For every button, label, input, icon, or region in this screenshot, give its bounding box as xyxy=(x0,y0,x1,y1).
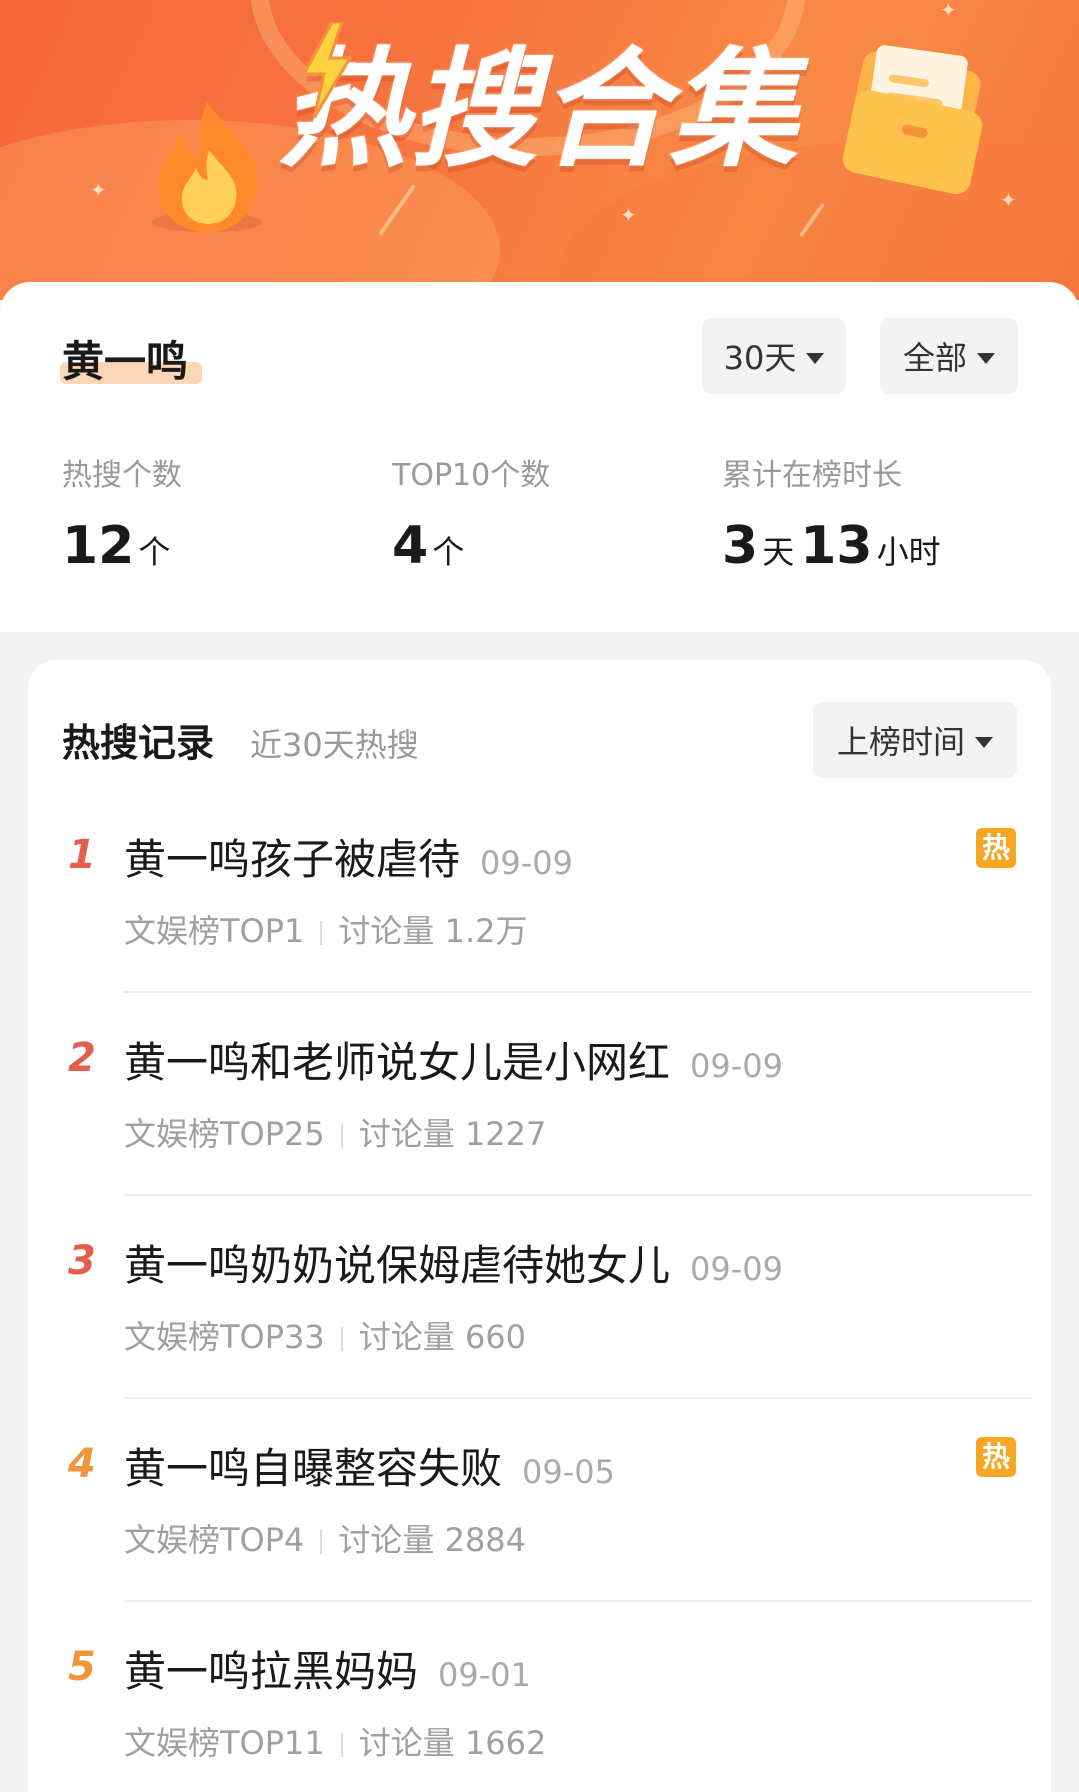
rank-number: 1 xyxy=(68,832,96,878)
stat-value: 3 天 13 小时 xyxy=(722,516,947,576)
stat-label: TOP10个数 xyxy=(392,458,551,493)
record-board: 文娱榜TOP25 xyxy=(124,1115,325,1153)
records-card: 热搜记录 近30天热搜 上榜时间 1 黄一鸣孩子被虐待 09-09 文娱榜TOP1… xyxy=(28,660,1051,1792)
record-title: 黄一鸣拉黑妈妈 xyxy=(124,1647,419,1696)
banner-title: 热搜合集 xyxy=(279,36,800,185)
record-title-line: 黄一鸣拉黑妈妈 09-01 xyxy=(124,1638,531,1699)
record-title-line: 黄一鸣孩子被虐待 09-09 xyxy=(124,826,573,887)
sort-dropdown[interactable]: 上榜时间 xyxy=(813,702,1017,778)
rank-number: 2 xyxy=(68,1035,96,1081)
record-item[interactable]: 1 黄一鸣孩子被虐待 09-09 文娱榜TOP1 讨论量 1.2万 热 xyxy=(28,790,1051,993)
record-title: 黄一鸣奶奶说保姆虐待她女儿 xyxy=(124,1241,671,1290)
lightning-icon xyxy=(301,22,353,118)
record-date: 09-05 xyxy=(522,1453,615,1491)
record-title-line: 黄一鸣自曝整容失败 09-05 xyxy=(124,1435,615,1496)
sparkle-icon: ✦ xyxy=(1000,188,1017,212)
stat-total-duration: 累计在榜时长 3 天 13 小时 xyxy=(722,450,947,576)
record-discussion: 讨论量 660 xyxy=(358,1318,527,1356)
stat-label: 热搜个数 xyxy=(62,458,182,493)
stat-number-hours: 13 xyxy=(800,516,873,576)
record-date: 09-09 xyxy=(690,1047,783,1085)
record-meta: 文娱榜TOP4 讨论量 2884 xyxy=(124,1515,526,1561)
caret-down-icon xyxy=(977,352,995,364)
scope-filter-dropdown[interactable]: 全部 xyxy=(880,318,1018,394)
caret-down-icon xyxy=(806,352,825,364)
hot-search-collection-page: ✦ ✦ ✦ ✦ 热搜合集 黄一鸣 30天 全部 热搜个数 12 个 TOP10个… xyxy=(0,0,1079,1792)
record-title: 黄一鸣和老师说女儿是小网红 xyxy=(124,1038,671,1087)
record-meta: 文娱榜TOP1 讨论量 1.2万 xyxy=(124,906,527,952)
record-meta: 文娱榜TOP11 讨论量 1662 xyxy=(124,1718,546,1764)
records-header: 热搜记录 近30天热搜 上榜时间 xyxy=(28,660,1051,790)
record-meta: 文娱榜TOP25 讨论量 1227 xyxy=(124,1109,546,1155)
record-date: 09-09 xyxy=(690,1250,783,1288)
person-name: 黄一鸣 xyxy=(60,332,202,392)
record-board: 文娱榜TOP1 xyxy=(124,912,305,950)
divider xyxy=(340,1124,343,1148)
rank-number: 5 xyxy=(68,1644,96,1690)
summary-card: 黄一鸣 30天 全部 热搜个数 12 个 TOP10个数 4个 累计在榜时长 3天… xyxy=(0,282,1079,632)
records-subtitle: 近30天热搜 xyxy=(250,726,419,764)
record-discussion: 讨论量 1.2万 xyxy=(338,912,528,950)
record-meta: 文娱榜TOP33 讨论量 660 xyxy=(124,1312,526,1358)
scope-filter-label: 全部 xyxy=(902,339,967,377)
stat-number: 4 xyxy=(392,516,429,576)
hot-badge: 热 xyxy=(976,828,1016,868)
rank-number: 4 xyxy=(68,1441,96,1487)
caret-down-icon xyxy=(975,736,993,748)
days-filter-label: 30天 xyxy=(723,339,797,377)
record-title: 黄一鸣孩子被虐待 xyxy=(124,835,461,884)
stat-unit-days: 天 xyxy=(762,533,795,571)
sparkle-icon: ✦ xyxy=(620,203,637,227)
record-item[interactable]: 2 黄一鸣和老师说女儿是小网红 09-09 文娱榜TOP25 讨论量 1227 xyxy=(28,993,1051,1196)
stat-number: 12 xyxy=(62,516,135,576)
record-title-line: 黄一鸣和老师说女儿是小网红 09-09 xyxy=(124,1029,783,1090)
stat-top10-count: TOP10个数 4个 xyxy=(392,450,550,576)
stat-unit: 个 xyxy=(432,533,465,571)
record-discussion: 讨论量 1227 xyxy=(358,1115,547,1153)
hot-badge: 热 xyxy=(976,1437,1016,1477)
stat-unit-hours: 小时 xyxy=(876,533,941,571)
record-item[interactable]: 4 黄一鸣自曝整容失败 09-05 文娱榜TOP4 讨论量 2884 热 xyxy=(28,1399,1051,1602)
stat-unit: 个 xyxy=(138,533,171,571)
divider xyxy=(340,1327,343,1351)
record-item[interactable]: 5 黄一鸣拉黑妈妈 09-01 文娱榜TOP11 讨论量 1662 xyxy=(28,1602,1051,1792)
stat-value: 12 个 xyxy=(62,516,182,576)
record-discussion: 讨论量 1662 xyxy=(358,1724,547,1762)
record-title-line: 黄一鸣奶奶说保姆虐待她女儿 09-09 xyxy=(124,1232,783,1293)
divider xyxy=(320,1530,323,1554)
record-board: 文娱榜TOP33 xyxy=(124,1318,325,1356)
record-title: 黄一鸣自曝整容失败 xyxy=(124,1444,503,1493)
stat-label: 累计在榜时长 xyxy=(722,458,902,493)
stat-number-days: 3 xyxy=(722,516,759,576)
sort-label: 上榜时间 xyxy=(836,723,965,761)
records-title: 热搜记录 xyxy=(62,721,215,765)
banner: ✦ ✦ ✦ ✦ 热搜合集 xyxy=(0,0,1079,300)
stat-value: 4个 xyxy=(392,516,550,576)
rank-number: 3 xyxy=(68,1238,96,1284)
record-item[interactable]: 3 黄一鸣奶奶说保姆虐待她女儿 09-09 文娱榜TOP33 讨论量 660 xyxy=(28,1196,1051,1399)
days-filter-dropdown[interactable]: 30天 xyxy=(702,318,846,394)
divider xyxy=(340,1733,343,1757)
stat-hot-search-count: 热搜个数 12 个 xyxy=(62,450,182,576)
record-date: 09-01 xyxy=(438,1656,531,1694)
record-board: 文娱榜TOP4 xyxy=(124,1521,305,1559)
person-name-label: 黄一鸣 xyxy=(62,337,189,386)
divider xyxy=(320,921,323,945)
record-discussion: 讨论量 2884 xyxy=(338,1521,527,1559)
record-date: 09-09 xyxy=(480,844,573,882)
record-board: 文娱榜TOP11 xyxy=(124,1724,325,1762)
